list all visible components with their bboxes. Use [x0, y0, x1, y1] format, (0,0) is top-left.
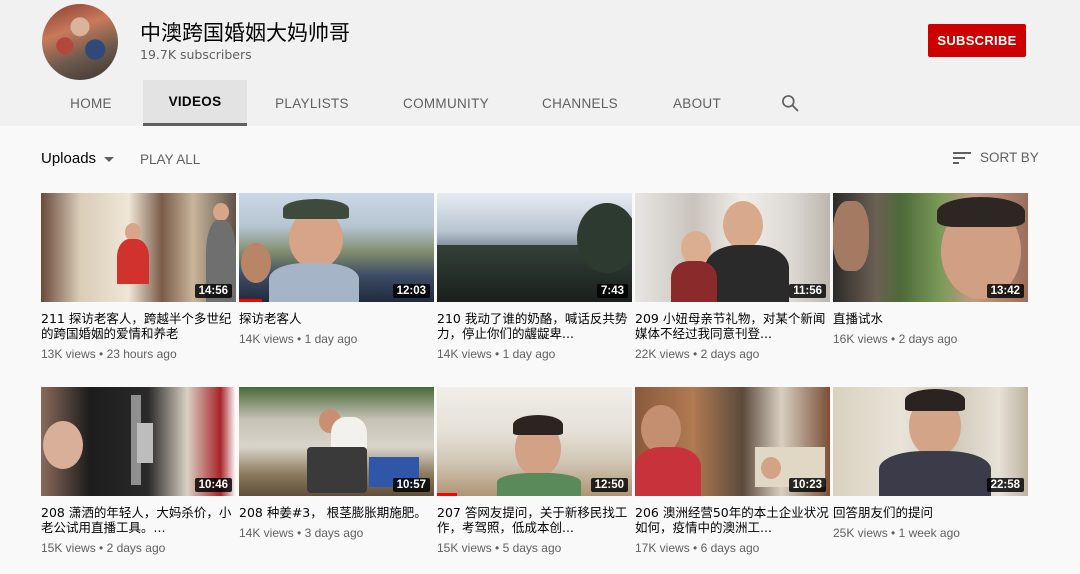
watch-progress [437, 493, 457, 496]
channel-name: 中澳跨国婚姻大妈帅哥 [140, 21, 350, 45]
upload-age: 1 day ago [502, 347, 556, 361]
video-card[interactable]: 22:58 回答朋友们的提问 25K views • 1 week ago [833, 387, 1028, 540]
video-title[interactable]: 211 探访老客人，跨越半个多世纪的跨国婚姻的爱情和养老 [41, 311, 236, 341]
view-count: 15K views [41, 541, 96, 555]
view-count: 14K views [437, 347, 492, 361]
tab-videos[interactable]: VIDEOS [143, 80, 247, 126]
play-all-button[interactable]: PLAY ALL [140, 152, 200, 167]
video-card[interactable]: 7:43 210 我动了谁的奶酪，喊话反共势力，停止你们的龌龊卑... 14K … [437, 193, 632, 361]
video-thumbnail[interactable]: 22:58 [833, 387, 1028, 496]
video-thumbnail[interactable]: 10:23 [635, 387, 830, 496]
view-count: 13K views [41, 347, 96, 361]
watch-progress [239, 299, 263, 302]
video-meta: 14K views • 1 day ago [239, 332, 358, 346]
video-title[interactable]: 207 答网友提问，关于新移民找工作，考驾照，低成本创... [437, 505, 632, 535]
upload-age: 3 days ago [304, 526, 364, 540]
upload-age: 1 week ago [898, 526, 960, 540]
video-thumbnail[interactable]: 10:57 [239, 387, 434, 496]
video-title[interactable]: 209 小妞母亲节礼物，对某个新闻媒体不经过我同意刊登... [635, 311, 830, 341]
video-meta: 25K views • 1 week ago [833, 526, 960, 540]
duration-badge: 13:42 [986, 284, 1024, 298]
sort-icon [953, 151, 971, 164]
duration-badge: 10:23 [788, 478, 826, 492]
video-title[interactable]: 208 种姜#3， 根茎膨胀期施肥。 [239, 505, 434, 520]
video-thumbnail[interactable]: 13:42 [833, 193, 1028, 302]
subscribe-button[interactable]: SUBSCRIBE [928, 24, 1026, 57]
video-meta: 16K views • 2 days ago [833, 332, 958, 346]
video-meta: 14K views • 3 days ago [239, 526, 364, 540]
tab-about[interactable]: ABOUT [665, 80, 729, 126]
view-count: 15K views [437, 541, 492, 555]
duration-badge: 10:57 [392, 478, 430, 492]
view-count: 22K views [635, 347, 690, 361]
video-card[interactable]: 13:42 直播试水 16K views • 2 days ago [833, 193, 1028, 346]
sort-by-button[interactable]: SORT BY [953, 150, 1039, 165]
video-thumbnail[interactable]: 10:46 [41, 387, 236, 496]
video-card[interactable]: 10:57 208 种姜#3， 根茎膨胀期施肥。 14K views • 3 d… [239, 387, 434, 540]
video-thumbnail[interactable]: 12:03 [239, 193, 434, 302]
video-meta: 15K views • 2 days ago [41, 541, 166, 555]
caret-down-icon [104, 156, 115, 162]
tab-community[interactable]: COMMUNITY [394, 80, 498, 126]
duration-badge: 11:56 [789, 284, 826, 298]
uploads-dropdown[interactable]: Uploads [41, 150, 115, 167]
view-count: 17K views [635, 541, 690, 555]
video-meta: 13K views • 23 hours ago [41, 347, 177, 361]
video-meta: 15K views • 5 days ago [437, 541, 562, 555]
view-count: 25K views [833, 526, 888, 540]
video-title[interactable]: 210 我动了谁的奶酪，喊话反共势力，停止你们的龌龊卑... [437, 311, 632, 341]
tab-channels[interactable]: CHANNELS [535, 80, 625, 126]
video-controls: Uploads PLAY ALL SORT BY [0, 140, 1080, 176]
upload-age: 5 days ago [502, 541, 562, 555]
duration-badge: 12:03 [392, 284, 430, 298]
video-meta: 17K views • 6 days ago [635, 541, 760, 555]
video-title[interactable]: 直播试水 [833, 311, 1028, 326]
video-title[interactable]: 206 澳洲经营50年的本土企业状况如何，疫情中的澳洲工... [635, 505, 830, 535]
video-meta: 14K views • 1 day ago [437, 347, 556, 361]
view-count: 14K views [239, 332, 294, 346]
view-count: 14K views [239, 526, 294, 540]
video-card[interactable]: 12:03 探访老客人 14K views • 1 day ago [239, 193, 434, 346]
search-icon[interactable] [780, 93, 800, 113]
video-title[interactable]: 208 潇洒的年轻人，大妈杀价，小老公试用直播工具。... [41, 505, 236, 535]
video-card[interactable]: 10:46 208 潇洒的年轻人，大妈杀价，小老公试用直播工具。... 15K … [41, 387, 236, 555]
duration-badge: 22:58 [986, 478, 1024, 492]
video-card[interactable]: 10:23 206 澳洲经营50年的本土企业状况如何，疫情中的澳洲工... 17… [635, 387, 830, 555]
duration-badge: 14:56 [194, 284, 232, 298]
video-title[interactable]: 探访老客人 [239, 311, 434, 326]
upload-age: 23 hours ago [106, 347, 177, 361]
view-count: 16K views [833, 332, 888, 346]
video-thumbnail[interactable]: 11:56 [635, 193, 830, 302]
video-card[interactable]: 14:56 211 探访老客人，跨越半个多世纪的跨国婚姻的爱情和养老 13K v… [41, 193, 236, 361]
video-thumbnail[interactable]: 12:50 [437, 387, 632, 496]
video-title[interactable]: 回答朋友们的提问 [833, 505, 1028, 520]
uploads-label: Uploads [41, 150, 97, 167]
video-thumbnail[interactable]: 14:56 [41, 193, 236, 302]
duration-badge: 10:46 [194, 478, 232, 492]
video-card[interactable]: 12:50 207 答网友提问，关于新移民找工作，考驾照，低成本创... 15K… [437, 387, 632, 555]
video-meta: 22K views • 2 days ago [635, 347, 760, 361]
channel-avatar[interactable] [42, 4, 118, 80]
sort-by-label: SORT BY [980, 150, 1039, 165]
video-card[interactable]: 11:56 209 小妞母亲节礼物，对某个新闻媒体不经过我同意刊登... 22K… [635, 193, 830, 361]
duration-badge: 12:50 [590, 478, 628, 492]
upload-age: 2 days ago [700, 347, 760, 361]
channel-tabs: HOME VIDEOS PLAYLISTS COMMUNITY CHANNELS… [0, 80, 1080, 126]
subscriber-count: 19.7K subscribers [140, 47, 252, 62]
upload-age: 2 days ago [106, 541, 166, 555]
tab-home[interactable]: HOME [58, 80, 124, 126]
upload-age: 6 days ago [700, 541, 760, 555]
duration-badge: 7:43 [596, 284, 628, 298]
channel-header: 中澳跨国婚姻大妈帅哥 19.7K subscribers SUBSCRIBE H… [0, 0, 1080, 126]
tab-playlists[interactable]: PLAYLISTS [268, 80, 356, 126]
upload-age: 2 days ago [898, 332, 958, 346]
upload-age: 1 day ago [304, 332, 358, 346]
video-thumbnail[interactable]: 7:43 [437, 193, 632, 302]
